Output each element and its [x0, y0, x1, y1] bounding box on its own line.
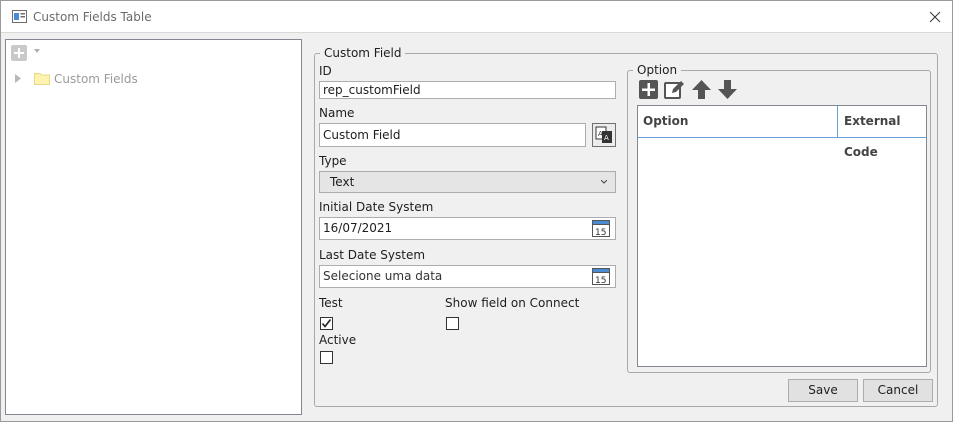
last-date-picker[interactable]: Selecione uma data 15: [319, 265, 616, 288]
app-icon: [12, 10, 27, 23]
svg-text:A: A: [598, 130, 603, 138]
translate-button[interactable]: A A: [592, 123, 616, 147]
column-header-external-code[interactable]: External Code: [839, 106, 926, 159]
options-grid[interactable]: Option External Code: [637, 105, 927, 367]
expand-arrow-icon[interactable]: [15, 74, 21, 83]
option-group-title: Option: [633, 63, 682, 77]
calendar-day: 15: [595, 276, 606, 285]
id-field[interactable]: [319, 81, 616, 99]
svg-text:A: A: [604, 134, 609, 142]
initial-date-label: Initial Date System: [319, 200, 434, 214]
last-date-placeholder: Selecione uma data: [323, 269, 443, 283]
folder-icon: [34, 73, 50, 85]
grid-header: Option External Code: [638, 106, 926, 159]
show-connect-label: Show field on Connect: [445, 296, 580, 310]
move-up-icon[interactable]: [691, 79, 712, 100]
save-button[interactable]: Save: [788, 379, 858, 402]
initial-date-value: 16/07/2021: [323, 221, 393, 235]
id-label: ID: [319, 64, 332, 78]
type-select[interactable]: Text: [319, 171, 616, 193]
show-connect-checkbox[interactable]: [446, 317, 459, 330]
active-label: Active: [319, 333, 357, 347]
title-bar: Custom Fields Table: [1, 1, 952, 33]
cancel-button[interactable]: Cancel: [863, 379, 933, 402]
tree-item-label: Custom Fields: [54, 72, 138, 86]
move-down-icon[interactable]: [717, 79, 738, 100]
name-label: Name: [319, 106, 355, 120]
chevron-down-icon: [601, 180, 607, 184]
translate-icon: A A: [595, 126, 612, 143]
type-label: Type: [319, 154, 347, 168]
active-checkbox[interactable]: [320, 351, 333, 364]
test-checkbox[interactable]: [320, 317, 333, 330]
calendar-icon[interactable]: 15: [592, 268, 610, 285]
add-icon[interactable]: [11, 45, 27, 61]
window-title: Custom Fields Table: [33, 10, 152, 24]
name-field[interactable]: [319, 123, 586, 147]
tree-panel: Custom Fields: [5, 39, 302, 415]
add-option-icon[interactable]: [638, 79, 659, 100]
calendar-icon[interactable]: 15: [592, 220, 610, 237]
check-icon: [321, 319, 332, 328]
last-date-label: Last Date System: [319, 248, 426, 262]
type-select-value: Text: [330, 175, 355, 189]
test-label: Test: [319, 296, 343, 310]
close-icon[interactable]: [925, 7, 945, 27]
edit-option-icon[interactable]: [664, 79, 685, 100]
initial-date-picker[interactable]: 16/07/2021 15: [319, 217, 616, 240]
column-header-option[interactable]: Option: [638, 106, 838, 137]
calendar-day: 15: [595, 228, 606, 237]
chevron-down-icon[interactable]: [34, 49, 40, 53]
group-title: Custom Field: [320, 46, 406, 60]
